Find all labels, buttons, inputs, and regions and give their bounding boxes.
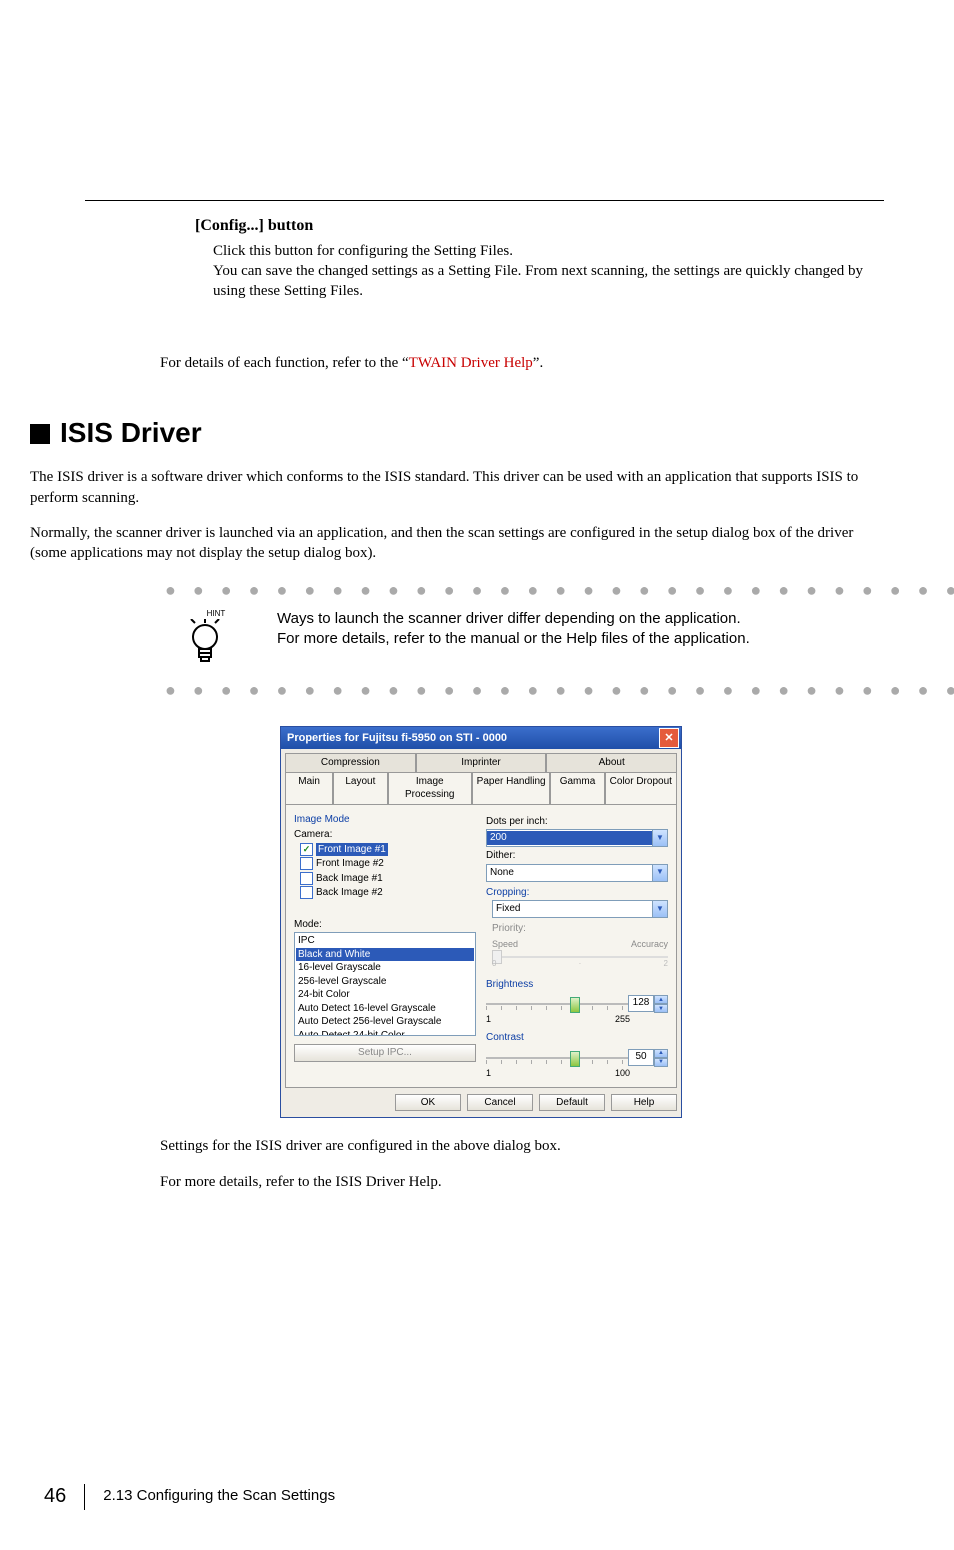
chevron-down-icon[interactable]: ▼ xyxy=(652,901,667,917)
priority-slider[interactable]: 0·2 xyxy=(492,950,668,966)
mode-item-2[interactable]: 16-level Grayscale xyxy=(296,961,474,975)
image-mode-panel: Image Mode Camera: ✓Front Image #1 Front… xyxy=(294,813,476,1079)
dot-divider-bottom: ● ● ● ● ● ● ● ● ● ● ● ● ● ● ● ● ● ● ● ● … xyxy=(165,678,884,702)
cancel-button[interactable]: Cancel xyxy=(467,1094,533,1112)
tab-image-processing[interactable]: Image Processing xyxy=(388,772,472,804)
dot-divider-top: ● ● ● ● ● ● ● ● ● ● ● ● ● ● ● ● ● ● ● ● … xyxy=(165,578,884,602)
contrast-min: 1 xyxy=(486,1067,491,1079)
contrast-label: Contrast xyxy=(486,1031,668,1045)
check-back-image-1[interactable]: Back Image #1 xyxy=(300,872,476,886)
priority-label: Priority: xyxy=(492,922,668,936)
mode-item-1[interactable]: Black and White xyxy=(296,948,474,962)
priority-tick-2: 2 xyxy=(664,959,668,970)
twain-help-link[interactable]: TWAIN Driver Help xyxy=(409,355,533,371)
isis-properties-dialog: Properties for Fujitsu fi-5950 on STI - … xyxy=(280,726,682,1118)
close-icon[interactable]: ✕ xyxy=(659,728,679,748)
camera-label: Camera: xyxy=(294,828,476,842)
footer-section-title: 2.13 Configuring the Scan Settings xyxy=(103,1486,335,1506)
ok-button[interactable]: OK xyxy=(395,1094,461,1112)
cropping-value: Fixed xyxy=(493,902,652,916)
isis-paragraph-1: The ISIS driver is a software driver whi… xyxy=(30,467,884,508)
cropping-combo[interactable]: Fixed ▼ xyxy=(492,900,668,918)
tab-paper-handling[interactable]: Paper Handling xyxy=(472,772,550,804)
isis-paragraph-2: Normally, the scanner driver is launched… xyxy=(30,523,884,564)
tab-about[interactable]: About xyxy=(546,753,677,772)
spin-up-icon[interactable]: ▲ xyxy=(654,1049,668,1058)
brightness-min: 1 xyxy=(486,1013,491,1025)
dither-combo[interactable]: None ▼ xyxy=(486,864,668,882)
tab-main[interactable]: Main xyxy=(285,772,333,804)
config-button-heading: [Config...] button xyxy=(195,215,884,237)
brightness-max: 255 xyxy=(615,1013,630,1025)
horizontal-rule xyxy=(85,200,884,201)
check-front-image-2-label: Front Image #2 xyxy=(316,857,384,871)
brightness-value[interactable]: 128 xyxy=(628,995,654,1012)
dialog-titlebar: Properties for Fujitsu fi-5950 on STI - … xyxy=(281,727,681,749)
hint-block: HINT Ways to launch the scanner driver d… xyxy=(185,609,884,672)
priority-tick-0: 0 xyxy=(492,959,496,970)
isis-driver-heading: ISIS Driver xyxy=(30,414,884,452)
dpi-combo[interactable]: 200 ▼ xyxy=(486,829,668,847)
mode-listbox[interactable]: IPC Black and White 16-level Grayscale 2… xyxy=(294,932,476,1036)
priority-accuracy: Accuracy xyxy=(631,938,668,950)
setup-ipc-button[interactable]: Setup IPC... xyxy=(294,1044,476,1062)
mode-item-4[interactable]: 24-bit Color xyxy=(296,988,474,1002)
spin-up-icon[interactable]: ▲ xyxy=(654,995,668,1004)
cropping-label: Cropping: xyxy=(486,886,668,900)
isis-driver-heading-text: ISIS Driver xyxy=(60,417,202,448)
config-button-section: [Config...] button Click this button for… xyxy=(195,215,884,301)
hint-text-2: For more details, refer to the manual or… xyxy=(277,629,750,649)
check-back-image-2[interactable]: Back Image #2 xyxy=(300,886,476,900)
mode-label: Mode: xyxy=(294,918,476,932)
dpi-label: Dots per inch: xyxy=(486,815,668,829)
mode-item-7[interactable]: Auto Detect 24-bit Color xyxy=(296,1029,474,1037)
after-dialog-text-1: Settings for the ISIS driver are configu… xyxy=(160,1136,884,1156)
tab-imprinter[interactable]: Imprinter xyxy=(416,753,547,772)
contrast-slider[interactable]: 50 ▲▼ xyxy=(486,1049,668,1067)
check-front-image-1-label: Front Image #1 xyxy=(316,843,388,857)
tab-color-dropout[interactable]: Color Dropout xyxy=(605,772,677,804)
image-mode-label: Image Mode xyxy=(294,813,476,827)
contrast-value[interactable]: 50 xyxy=(628,1049,654,1066)
scan-settings-panel: Dots per inch: 200 ▼ Dither: None ▼ Crop… xyxy=(486,813,668,1079)
config-button-text-1: Click this button for configuring the Se… xyxy=(213,241,884,261)
help-button[interactable]: Help xyxy=(611,1094,677,1112)
priority-speed: Speed xyxy=(492,938,518,950)
contrast-max: 100 xyxy=(615,1067,630,1079)
tab-gamma[interactable]: Gamma xyxy=(550,772,604,804)
check-back-image-1-label: Back Image #1 xyxy=(316,872,383,886)
dither-label: Dither: xyxy=(486,849,668,863)
check-back-image-2-label: Back Image #2 xyxy=(316,886,383,900)
check-front-image-1[interactable]: ✓Front Image #1 xyxy=(300,843,476,857)
check-front-image-2[interactable]: Front Image #2 xyxy=(300,857,476,871)
dpi-value: 200 xyxy=(487,831,652,845)
tab-compression[interactable]: Compression xyxy=(285,753,416,772)
brightness-label: Brightness xyxy=(486,978,668,992)
dialog-title: Properties for Fujitsu fi-5950 on STI - … xyxy=(287,731,507,746)
page-footer: 46 2.13 Configuring the Scan Settings xyxy=(44,1483,335,1510)
default-button[interactable]: Default xyxy=(539,1094,605,1112)
brightness-slider[interactable]: 128 ▲▼ xyxy=(486,995,668,1013)
hint-text-1: Ways to launch the scanner driver differ… xyxy=(277,609,750,629)
hint-icon: HINT xyxy=(185,609,247,672)
mode-item-6[interactable]: Auto Detect 256-level Grayscale xyxy=(296,1015,474,1029)
details-prefix: For details of each function, refer to t… xyxy=(160,355,409,371)
chevron-down-icon[interactable]: ▼ xyxy=(652,865,667,881)
details-line: For details of each function, refer to t… xyxy=(160,353,884,373)
hint-label: HINT xyxy=(185,609,247,620)
details-suffix: ”. xyxy=(533,355,543,371)
mode-item-0[interactable]: IPC xyxy=(296,934,474,948)
mode-item-5[interactable]: Auto Detect 16-level Grayscale xyxy=(296,1002,474,1016)
spin-down-icon[interactable]: ▼ xyxy=(654,1058,668,1067)
after-dialog-text-2: For more details, refer to the ISIS Driv… xyxy=(160,1172,884,1192)
dither-value: None xyxy=(487,866,652,880)
config-button-text-2: You can save the changed settings as a S… xyxy=(213,261,884,302)
page-number: 46 xyxy=(44,1483,66,1510)
spin-down-icon[interactable]: ▼ xyxy=(654,1004,668,1013)
square-bullet-icon xyxy=(30,424,50,444)
footer-separator xyxy=(84,1484,85,1510)
tab-layout[interactable]: Layout xyxy=(333,772,387,804)
mode-item-3[interactable]: 256-level Grayscale xyxy=(296,975,474,989)
chevron-down-icon[interactable]: ▼ xyxy=(652,830,667,846)
